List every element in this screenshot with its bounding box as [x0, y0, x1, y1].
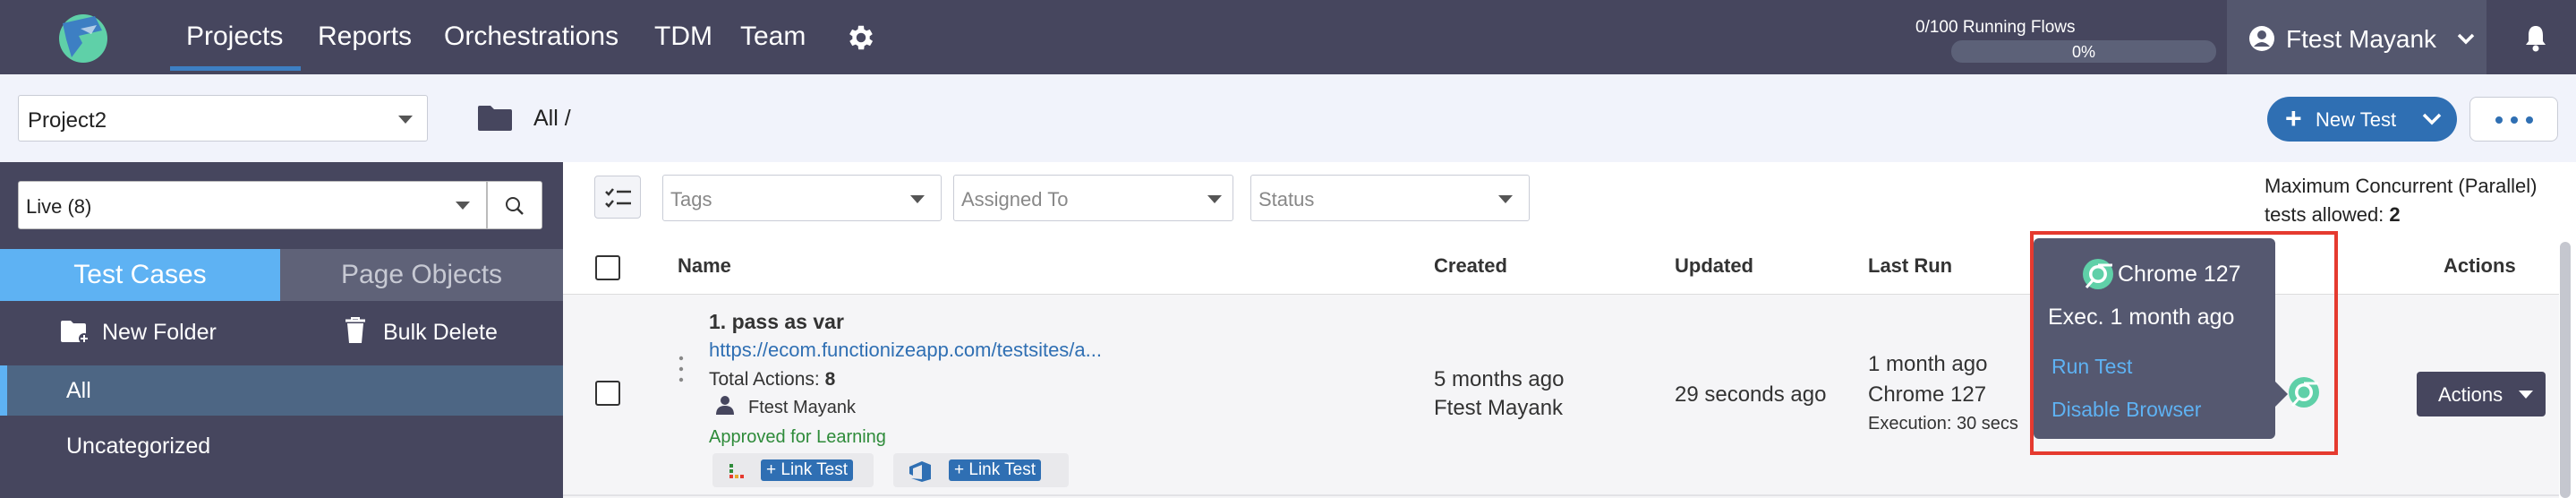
last-run-execution: Execution: 30 secs [1868, 414, 2018, 434]
status-filter-placeholder: Status [1258, 188, 1315, 210]
highlight-box [2030, 231, 2338, 455]
select-all-checkbox[interactable] [595, 255, 620, 280]
column-header-actions: Actions [2444, 254, 2516, 277]
test-url-link[interactable]: https://ecom.functionizeapp.com/testsite… [709, 339, 1102, 362]
running-flows-percent: 0% [2071, 43, 2095, 61]
more-options-button[interactable] [2469, 97, 2558, 142]
bell-icon[interactable] [2522, 23, 2549, 52]
jira-link-chip: + Link Test [712, 453, 874, 487]
folder-item-all-label[interactable]: All [66, 378, 91, 404]
running-flows-label: 0/100 Running Flows [1915, 18, 2076, 37]
link-test-button[interactable]: + Link Test [949, 459, 1042, 481]
max-concurrent-label: Maximum Concurrent (Parallel) tests allo… [2265, 175, 2538, 226]
row-divider [563, 494, 2559, 496]
folder-icon [478, 106, 512, 131]
last-run-browser: Chrome 127 [1868, 382, 1987, 407]
running-flows-progress: 0% [1951, 40, 2216, 63]
total-actions-label: Total Actions: [709, 369, 820, 390]
nav-projects[interactable]: Projects [186, 21, 283, 52]
chevron-down-icon[interactable] [2456, 32, 2476, 45]
row-actions-label: Actions [2438, 383, 2503, 406]
assigned-to-filter-placeholder: Assigned To [961, 188, 1069, 210]
filter-toggle-button[interactable] [594, 176, 641, 219]
tags-filter-select[interactable]: Tags [662, 175, 942, 221]
folder-item-uncategorized[interactable]: Uncategorized [66, 434, 210, 459]
column-header-last-run[interactable]: Last Run [1868, 254, 1952, 278]
more-dot-icon [2495, 116, 2503, 124]
created-by: Ftest Mayank [1434, 396, 1564, 420]
user-icon [716, 396, 734, 415]
created-ago: 5 months ago [1434, 367, 1565, 391]
search-icon [506, 197, 524, 215]
updated-ago: 29 seconds ago [1675, 382, 1827, 407]
row-actions-button[interactable]: Actions [2417, 372, 2546, 416]
nav-tdm[interactable]: TDM [654, 21, 712, 52]
more-dot-icon [2511, 116, 2518, 124]
user-circle-icon [2249, 26, 2274, 51]
bulk-delete-button[interactable]: Bulk Delete [383, 320, 498, 346]
test-status-filter-select[interactable]: Live (8) [18, 181, 487, 229]
azure-devops-icon [909, 461, 931, 482]
checklist-icon [605, 188, 631, 208]
learning-status: Approved for Learning [709, 427, 886, 447]
total-actions-value: 8 [824, 369, 836, 390]
caret-down-icon [398, 116, 413, 124]
drag-handle-icon[interactable] [678, 355, 684, 383]
last-run-ago: 1 month ago [1868, 352, 1988, 376]
column-header-updated[interactable]: Updated [1675, 254, 1753, 278]
tags-filter-placeholder: Tags [670, 188, 712, 210]
new-folder-button[interactable]: New Folder [102, 320, 217, 346]
row-checkbox[interactable] [595, 381, 620, 406]
jira-bars-icon [729, 464, 744, 478]
vertical-scrollbar[interactable] [2560, 242, 2571, 498]
chevron-down-icon [2422, 113, 2442, 125]
tab-test-cases[interactable]: Test Cases [0, 249, 280, 301]
link-test-button[interactable]: + Link Test [761, 459, 854, 481]
nav-reports[interactable]: Reports [318, 21, 412, 52]
active-nav-indicator [170, 66, 301, 71]
more-dot-icon [2526, 116, 2533, 124]
project-select-value: Project2 [28, 108, 107, 133]
test-status-filter-value: Live (8) [26, 195, 92, 218]
caret-down-icon [1498, 195, 1513, 203]
user-name[interactable]: Ftest Mayank [2286, 25, 2436, 54]
caret-down-icon [456, 202, 470, 210]
azure-link-chip: + Link Test [893, 453, 1069, 487]
trash-icon[interactable] [344, 316, 367, 345]
column-header-name[interactable]: Name [678, 254, 731, 278]
caret-down-icon [1207, 195, 1222, 203]
caret-down-icon [2519, 391, 2533, 399]
max-concurrent-value: 2 [2389, 203, 2401, 226]
test-title[interactable]: 1. pass as var [709, 310, 844, 334]
breadcrumb[interactable]: All / [533, 106, 571, 132]
column-header-created[interactable]: Created [1434, 254, 1507, 278]
status-filter-select[interactable]: Status [1250, 175, 1530, 221]
project-select[interactable]: Project2 [18, 95, 428, 142]
new-folder-icon[interactable] [59, 319, 90, 346]
nav-team[interactable]: Team [740, 21, 806, 52]
max-concurrent-info: Maximum Concurrent (Parallel) tests allo… [2265, 172, 2560, 229]
functionize-logo-icon[interactable] [55, 13, 111, 64]
plus-icon: + [2285, 102, 2302, 134]
tab-page-objects[interactable]: Page Objects [280, 249, 563, 301]
caret-down-icon [910, 195, 925, 203]
test-owner: Ftest Mayank [748, 398, 857, 417]
total-actions: Total Actions: 8 [709, 369, 835, 391]
new-test-label: New Test [2316, 108, 2397, 131]
gear-icon[interactable] [845, 21, 877, 54]
nav-orchestrations[interactable]: Orchestrations [444, 21, 618, 52]
search-button[interactable] [487, 181, 542, 229]
active-folder-indicator [0, 365, 7, 416]
assigned-to-filter-select[interactable]: Assigned To [953, 175, 1233, 221]
new-test-button[interactable]: + New Test [2267, 97, 2457, 142]
